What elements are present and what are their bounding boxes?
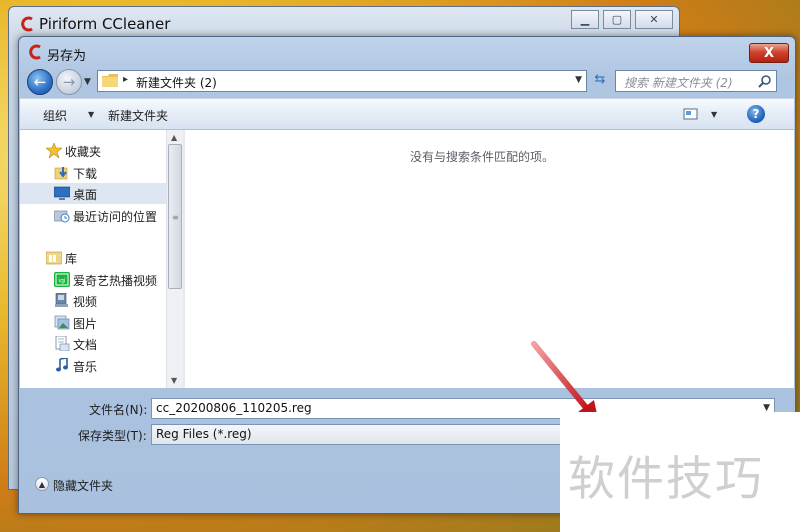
breadcrumb-current-folder[interactable]: 新建文件夹 (2) (136, 74, 217, 91)
sidebar-item-downloads[interactable]: 下载 (20, 162, 166, 183)
search-icon[interactable] (758, 74, 772, 88)
back-button[interactable]: ← (27, 69, 53, 95)
search-placeholder: 搜索 新建文件夹 (2) (624, 76, 733, 90)
ccleaner-close-button[interactable]: ✕ (635, 10, 673, 29)
help-icon: ? (752, 107, 760, 121)
help-button[interactable]: ? (747, 105, 765, 123)
ccleaner-window-controls: ▁ ▢ ✕ (571, 10, 673, 30)
sidebar-item-music[interactable]: 音乐 (20, 355, 166, 376)
recent-pages-dropdown[interactable]: ▼ (84, 77, 91, 87)
chevron-up-icon: ▲ (35, 477, 49, 491)
arrow-left-icon: ← (33, 73, 47, 91)
pane-splitter[interactable] (183, 130, 185, 388)
minimize-icon: ▁ (580, 13, 590, 26)
filename-label: 文件名(N): (89, 403, 148, 417)
chevron-down-icon: ▼ (84, 77, 91, 87)
scrollbar-thumb[interactable]: ≡ (168, 144, 182, 289)
chevron-down-icon[interactable]: ▼ (575, 75, 582, 85)
empty-folder-message: 没有与搜索条件匹配的项。 (410, 150, 555, 164)
command-bar: 组织 ▼ 新建文件夹 ▼ ? (20, 98, 794, 130)
organize-button[interactable]: 组织 (43, 107, 67, 124)
desktop-icon (54, 186, 70, 200)
filetype-label: 保存类型(T): (78, 429, 147, 443)
dialog-title: 另存为 (29, 44, 86, 64)
music-icon (56, 358, 68, 372)
watermark-text: 软件技巧 (568, 452, 764, 507)
sidebar-item-libraries[interactable]: 库 (20, 247, 166, 268)
maximize-button[interactable]: ▢ (603, 10, 631, 29)
close-icon: X (763, 45, 775, 61)
navigation-scrollbar[interactable]: ▲ ≡ ▼ (166, 130, 183, 388)
iqiyi-badge-text: iqi (58, 278, 65, 285)
sidebar-item-videos[interactable]: 视频 (20, 290, 166, 311)
refresh-icon: ⇆ (594, 72, 606, 87)
maximize-icon: ▢ (611, 13, 623, 26)
recent-places-icon (54, 210, 70, 223)
scroll-down-icon[interactable]: ▼ (171, 376, 177, 385)
new-folder-button[interactable]: 新建文件夹 (108, 107, 168, 124)
navigation-pane: 收藏夹 下载 桌面 最近访问的位置 库 iqi 爱奇艺热播视频 视频 图片 文档… (20, 130, 166, 388)
sidebar-item-desktop[interactable]: 桌面 (20, 183, 166, 204)
address-bar[interactable]: ▸ 新建文件夹 (2) ▼ (97, 70, 587, 92)
sidebar-item-documents[interactable]: 文档 (20, 333, 166, 354)
refresh-button[interactable]: ⇆ (591, 72, 609, 90)
sidebar-item-recent-places[interactable]: 最近访问的位置 (20, 205, 166, 226)
pictures-icon (54, 315, 70, 330)
sidebar-item-favorites[interactable]: 收藏夹 (20, 140, 166, 161)
minimize-button[interactable]: ▁ (571, 10, 599, 29)
documents-icon (55, 336, 70, 351)
scroll-up-icon[interactable]: ▲ (171, 133, 177, 142)
downloads-folder-icon (54, 167, 68, 180)
filetype-value[interactable]: Reg Files (*.reg) (156, 427, 252, 441)
videos-icon (55, 293, 68, 307)
dialog-close-button[interactable]: X (749, 43, 789, 63)
search-input[interactable]: 搜索 新建文件夹 (2) (615, 70, 777, 92)
forward-button[interactable]: → (56, 69, 82, 95)
explorer-panes: 收藏夹 下载 桌面 最近访问的位置 库 iqi 爱奇艺热播视频 视频 图片 文档… (20, 130, 794, 388)
watermark-panel: 软件技巧 (560, 412, 800, 532)
breadcrumb-separator-icon[interactable]: ▸ (123, 74, 128, 85)
ccleaner-logo-icon (29, 44, 41, 60)
sidebar-item-iqiyi-videos[interactable]: iqi 爱奇艺热播视频 (20, 269, 166, 290)
star-icon (46, 143, 62, 158)
chevron-down-icon[interactable]: ▼ (711, 110, 717, 119)
filename-value[interactable]: cc_20200806_110205.reg (156, 401, 312, 415)
close-icon: ✕ (649, 13, 659, 26)
folder-icon (102, 74, 118, 87)
ccleaner-window-title: Piriform CCleaner (21, 15, 170, 33)
view-options-icon[interactable] (683, 107, 699, 121)
grip-icon: ≡ (172, 213, 179, 222)
sidebar-item-pictures[interactable]: 图片 (20, 312, 166, 333)
ccleaner-logo-icon (21, 16, 33, 32)
chevron-down-icon[interactable]: ▼ (88, 110, 94, 119)
iqiyi-icon: iqi (54, 272, 70, 287)
arrow-right-icon: → (62, 73, 76, 91)
library-icon (46, 251, 62, 265)
